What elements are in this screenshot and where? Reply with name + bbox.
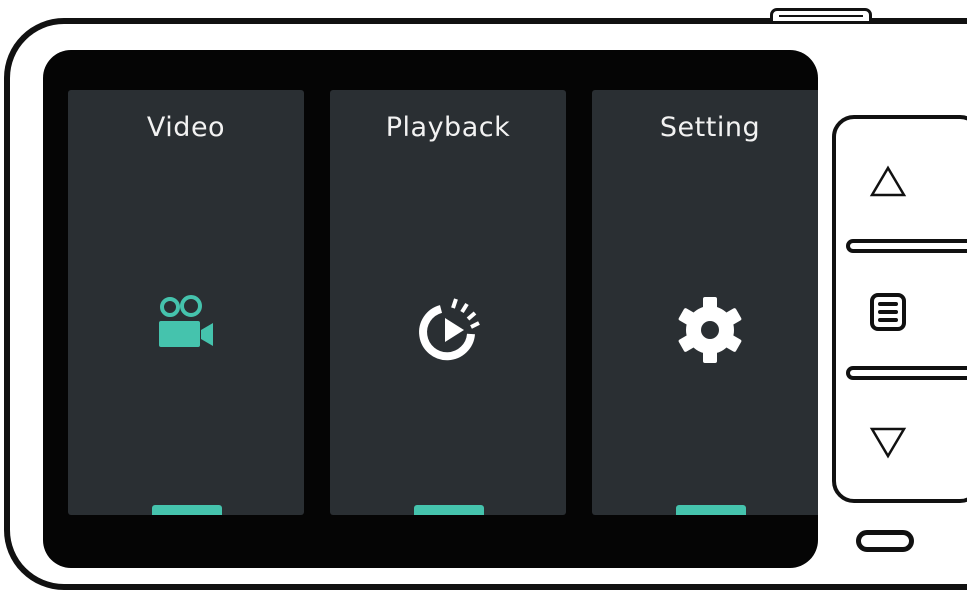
down-triangle-icon [869, 427, 907, 459]
up-button[interactable] [866, 160, 910, 204]
tile-indicator-setting [676, 505, 746, 515]
down-button[interactable] [866, 420, 910, 464]
bottom-button[interactable] [856, 530, 914, 552]
up-triangle-icon [869, 165, 907, 197]
playback-timer-icon [408, 290, 488, 374]
menu-tile-playback[interactable]: Playback [330, 90, 566, 515]
video-camera-icon [154, 290, 218, 358]
menu-tile-setting[interactable]: Setting [592, 90, 818, 515]
menu-button[interactable] [866, 290, 910, 334]
menu-tile-video[interactable]: Video [68, 90, 304, 515]
menu-icon [870, 293, 906, 331]
tile-label-setting: Setting [659, 112, 761, 143]
display-screen: Video Playback Setting [43, 50, 818, 568]
tile-label-video: Video [146, 112, 226, 143]
gear-icon [670, 290, 750, 374]
tile-indicator-playback [414, 505, 484, 515]
tile-indicator-video [152, 505, 222, 515]
top-power-button[interactable] [770, 8, 872, 24]
side-divider-upper [846, 239, 967, 253]
side-divider-lower [846, 366, 967, 380]
tile-label-playback: Playback [385, 112, 511, 143]
